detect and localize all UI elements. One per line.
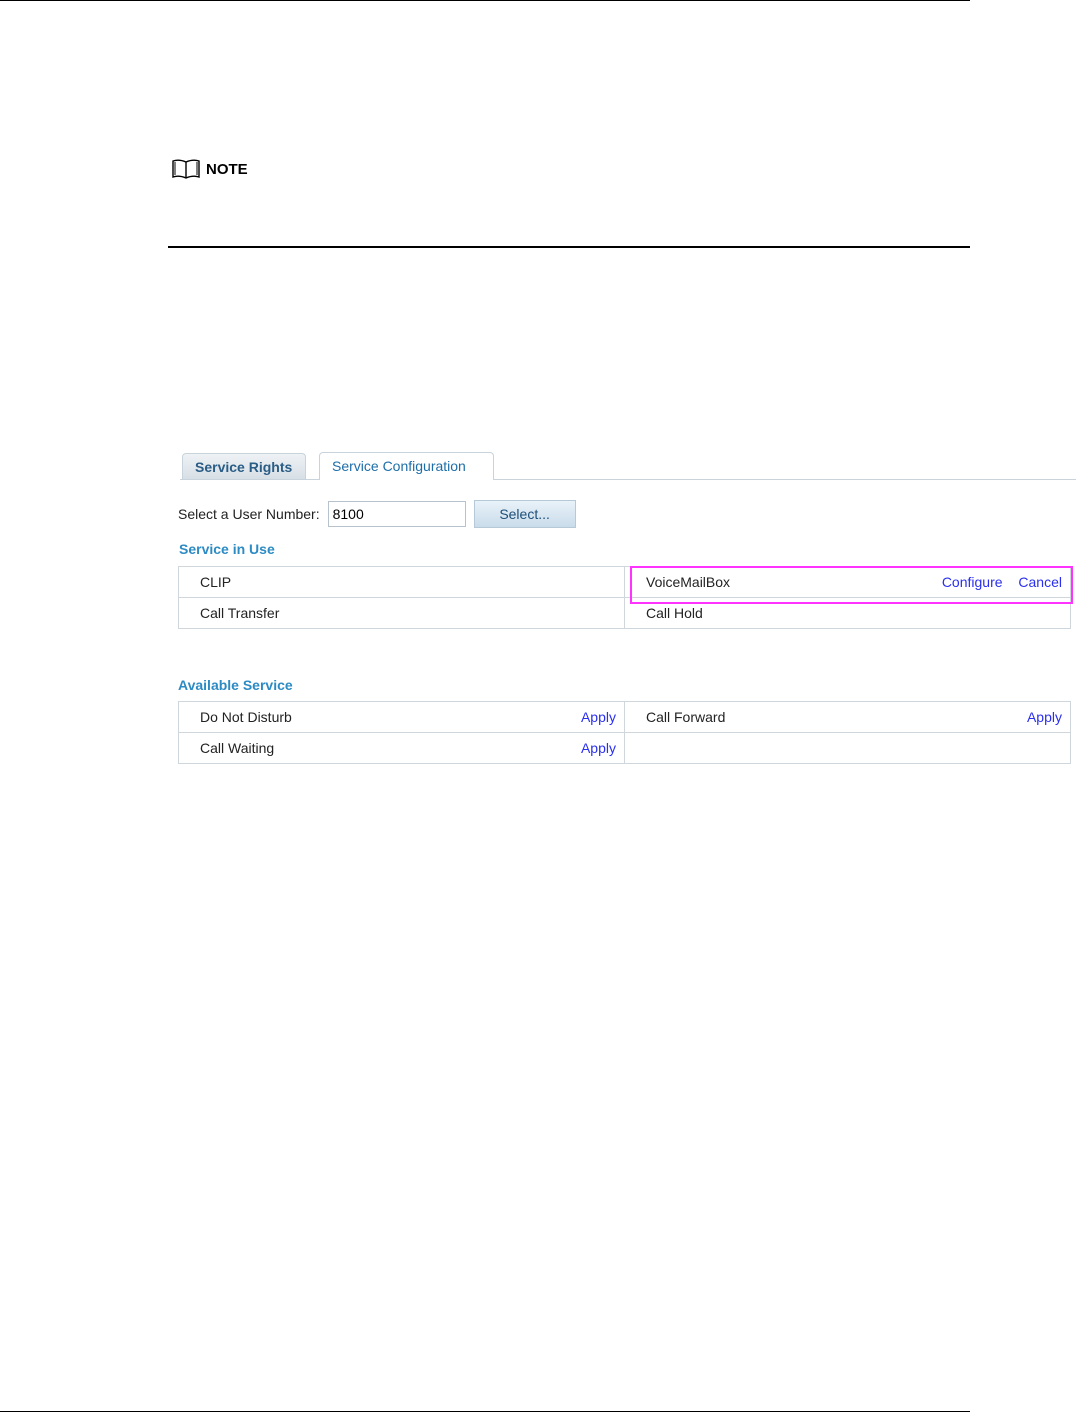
service-name: Call Hold — [646, 605, 703, 621]
user-number-label: Select a User Number: — [178, 506, 320, 522]
note-heading: NOTE — [171, 158, 248, 180]
note-label: NOTE — [206, 160, 248, 178]
book-icon — [172, 159, 200, 179]
service-cell: CLIP — [178, 566, 625, 598]
service-cell: Call Waiting Apply — [178, 732, 625, 764]
table-row: Do Not Disturb Apply Call Forward Apply — [178, 701, 1071, 733]
service-cell: Call Forward Apply — [624, 701, 1071, 733]
service-name: CLIP — [200, 574, 232, 590]
user-number-row: Select a User Number: Select... — [178, 500, 576, 528]
available-service-title: Available Service — [178, 677, 293, 693]
service-cell-empty — [624, 732, 1071, 764]
service-name: Call Forward — [646, 709, 726, 725]
service-cell: Call Transfer — [178, 597, 625, 629]
apply-link[interactable]: Apply — [581, 709, 616, 725]
tab-bar-line — [180, 479, 1076, 480]
service-cell: Call Hold — [624, 597, 1071, 629]
available-service-table: Do Not Disturb Apply Call Forward Apply … — [178, 701, 1071, 764]
apply-link[interactable]: Apply — [581, 740, 616, 756]
footer-rule — [0, 1411, 970, 1412]
tab-service-configuration[interactable]: Service Configuration — [319, 452, 494, 480]
service-name: Call Waiting — [200, 740, 275, 756]
note-rule — [168, 246, 970, 248]
apply-link[interactable]: Apply — [1027, 709, 1062, 725]
user-number-input[interactable] — [327, 501, 466, 527]
service-name: Do Not Disturb — [200, 709, 292, 725]
service-in-use-title: Service in Use — [179, 541, 275, 557]
table-row: Call Transfer Call Hold — [178, 597, 1071, 629]
service-in-use-table: CLIP VoiceMailBox Configure Cancel Call … — [178, 566, 1071, 629]
select-button[interactable]: Select... — [473, 500, 576, 528]
table-row: CLIP VoiceMailBox Configure Cancel — [178, 566, 1071, 598]
service-name: VoiceMailBox — [646, 574, 731, 590]
service-name: Call Transfer — [200, 605, 280, 621]
configure-link[interactable]: Configure — [942, 574, 1003, 590]
cancel-link[interactable]: Cancel — [1018, 574, 1062, 590]
tab-service-rights[interactable]: Service Rights — [182, 453, 306, 479]
service-cell: Do Not Disturb Apply — [178, 701, 625, 733]
tab-bar: Service Rights Service Configuration — [180, 452, 1076, 481]
header-rule — [0, 0, 970, 1]
table-row: Call Waiting Apply — [178, 732, 1071, 764]
service-cell: VoiceMailBox Configure Cancel — [624, 566, 1071, 598]
